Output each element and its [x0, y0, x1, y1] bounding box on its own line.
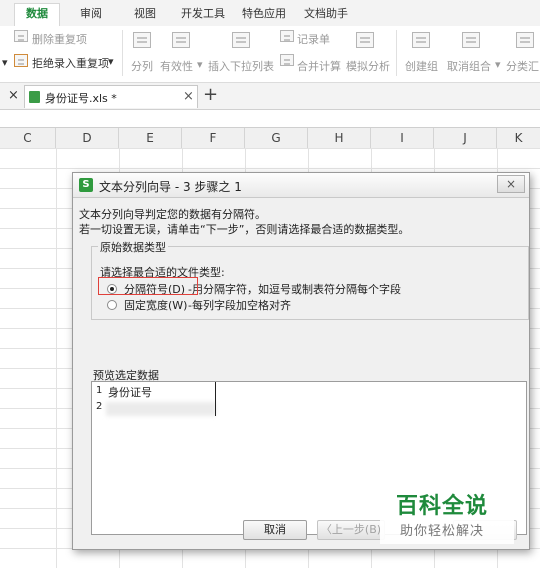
insert-dropdown-button[interactable]: 插入下拉列表	[208, 58, 274, 74]
cancel-button[interactable]: 取消	[243, 520, 307, 540]
what-if-button[interactable]: 模拟分析	[346, 58, 390, 74]
dialog-title-bar[interactable]: S 文本分列向导 - 3 步骤之 1 ×	[73, 173, 529, 198]
preview-row-number: 2	[96, 401, 103, 412]
subtotal-icon	[516, 32, 534, 48]
ungroup-dropdown-icon: ▾	[495, 58, 501, 71]
split-columns-icon	[133, 32, 151, 48]
column-header-e[interactable]: E	[119, 128, 182, 148]
column-header-d[interactable]: D	[56, 128, 119, 148]
create-group-button[interactable]: 创建组	[405, 58, 438, 74]
toolbar-separator	[396, 30, 397, 76]
watermark-subtitle: 助你轻松解决	[400, 524, 485, 539]
what-if-icon	[356, 32, 374, 48]
column-header-g[interactable]: G	[245, 128, 308, 148]
sheet-file-icon	[29, 91, 40, 103]
tab-view[interactable]: 视图	[134, 4, 156, 24]
group-title: 原始数据类型	[98, 239, 168, 255]
fixed-width-radio[interactable]	[107, 300, 117, 310]
fixed-width-option-desc: -每列字段加空格对齐	[188, 299, 291, 312]
reject-duplicates-icon	[14, 54, 28, 67]
original-data-type-group: 原始数据类型 请选择最合适的文件类型: 分隔符号(D) -用分隔字符，如逗号或制…	[91, 239, 529, 320]
ungroup-icon	[462, 32, 480, 48]
fixed-width-option-label[interactable]: 固定宽度(W)	[124, 297, 187, 313]
back-button[interactable]: 〈上一步(B)	[317, 520, 385, 540]
column-header-row: C D E F G H I J K	[0, 127, 540, 149]
column-header-f[interactable]: F	[182, 128, 245, 148]
tab-doc-assistant[interactable]: 文档助手	[304, 4, 348, 24]
dropdown-arrow-icon: ▾	[2, 56, 8, 69]
dropdown-list-icon	[232, 32, 250, 48]
merge-calc-button[interactable]: 合并计算	[297, 58, 341, 74]
split-columns-button[interactable]: 分列	[131, 58, 153, 74]
column-header-j[interactable]: J	[434, 128, 497, 148]
dialog-title: 文本分列向导 - 3 步骤之 1	[99, 180, 242, 194]
grid-column-line	[56, 148, 57, 568]
toolbar-separator	[122, 30, 123, 76]
add-document-icon[interactable]: +	[203, 84, 218, 105]
document-close-icon[interactable]: ×	[183, 89, 194, 104]
ribbon-tab-bar: 数据 审阅 视图 开发工具 特色应用 文档助手	[0, 0, 540, 27]
column-header-c[interactable]: C	[0, 128, 56, 148]
close-icon[interactable]: ×	[8, 88, 19, 103]
document-tab-bar: × 身份证号.xls * × +	[0, 83, 540, 110]
watermark-logo: 百科全说 助你轻松解决	[380, 486, 514, 544]
wps-app-icon: S	[79, 178, 93, 192]
reject-duplicates-button[interactable]: 拒绝录入重复项	[32, 55, 109, 71]
watermark-title: 百科全说	[396, 494, 489, 519]
validity-icon	[172, 32, 190, 48]
document-tab[interactable]: 身份证号.xls * ×	[24, 85, 198, 108]
validity-dropdown-icon: ▾	[197, 58, 203, 71]
column-header-i[interactable]: I	[371, 128, 434, 148]
tab-special-apps[interactable]: 特色应用	[242, 4, 286, 24]
intro-line-2: 若一切设置无误，请单击“下一步”，否则请选择最合适的数据类型。	[79, 223, 410, 236]
column-header-h[interactable]: H	[308, 128, 371, 148]
ungroup-button[interactable]: 取消组合	[447, 58, 491, 74]
record-list-button[interactable]: 记录单	[297, 31, 330, 47]
tab-review[interactable]: 审阅	[80, 4, 102, 24]
create-group-icon	[412, 32, 430, 48]
formula-bar-area	[0, 110, 540, 127]
dialog-close-button[interactable]: ×	[497, 175, 525, 193]
preview-row-number: 1	[96, 385, 103, 396]
subtotal-button[interactable]: 分类汇	[506, 58, 539, 74]
remove-duplicates-icon	[14, 30, 28, 42]
delimited-option-desc: -用分隔字符，如逗号或制表符分隔每个字段	[188, 283, 401, 296]
remove-duplicates-button[interactable]: 删除重复项	[32, 31, 87, 47]
tab-data[interactable]: 数据	[14, 3, 60, 26]
blurred-id-value	[106, 402, 216, 416]
document-tab-title: 身份证号.xls *	[45, 92, 117, 105]
chevron-down-icon: ▾	[108, 55, 114, 68]
intro-line-1: 文本分列向导判定您的数据有分隔符。	[79, 208, 266, 221]
ribbon-toolbar: 删除重复项 ▾ 拒绝录入重复项 ▾ 分列 有效性 ▾ 插入下拉列表 记录单 合并…	[0, 26, 540, 83]
column-divider-line	[215, 382, 216, 416]
merge-calc-icon	[280, 54, 294, 66]
column-header-k[interactable]: K	[497, 128, 540, 148]
highlight-box	[98, 277, 198, 295]
preview-row-text: 身份证号	[108, 386, 152, 399]
validity-button[interactable]: 有效性	[160, 58, 193, 74]
record-list-icon	[280, 30, 294, 42]
tab-developer[interactable]: 开发工具	[181, 4, 225, 24]
